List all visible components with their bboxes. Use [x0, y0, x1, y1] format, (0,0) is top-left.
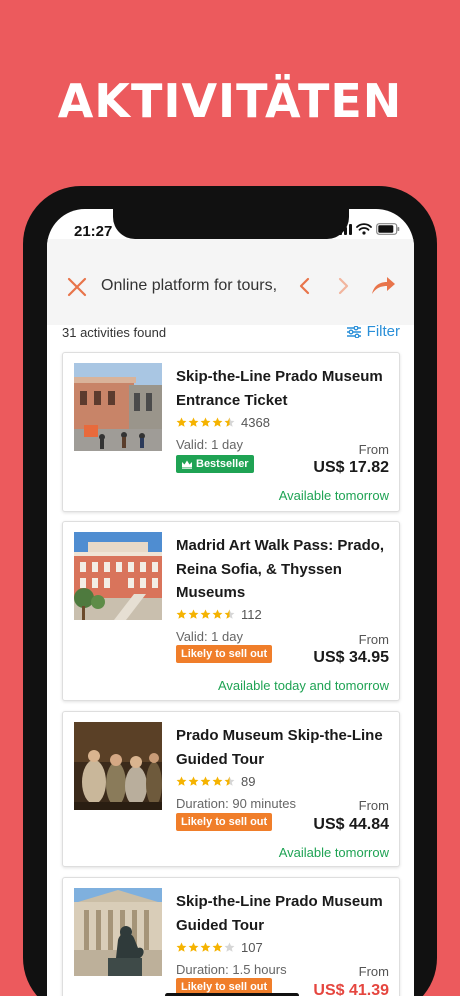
sellout-badge: Likely to sell out [176, 645, 273, 663]
rating: 89 [176, 774, 255, 789]
star-icon [200, 942, 211, 952]
rating-count: 89 [241, 774, 256, 789]
results-count: 31 activities found [62, 325, 167, 340]
filter-sliders-icon [346, 325, 361, 338]
rating: 112 [176, 607, 262, 622]
close-button[interactable] [65, 275, 89, 299]
phone-screen: Online platform for tours, 31 activities… [47, 209, 414, 996]
activity-duration: Duration: 1.5 hours [176, 962, 287, 977]
close-icon [67, 277, 87, 297]
star-icon [212, 942, 223, 952]
star-rating [176, 776, 235, 787]
star-icon [200, 417, 211, 427]
star-rating [176, 942, 235, 953]
activity-price: US$ 34.95 [313, 649, 389, 666]
star-icon [188, 942, 199, 952]
bestseller-badge: Bestseller [176, 455, 254, 473]
star-icon [224, 609, 235, 619]
rating-count: 107 [241, 940, 263, 955]
star-icon [188, 776, 199, 786]
star-icon [212, 609, 223, 619]
share-button[interactable] [369, 274, 397, 298]
star-icon [212, 417, 223, 427]
rating-count: 112 [241, 607, 262, 622]
search-header: Online platform for tours, [47, 239, 414, 325]
filter-button[interactable]: Filter [346, 323, 400, 340]
star-icon [212, 776, 223, 786]
star-icon [224, 776, 235, 786]
activity-card[interactable]: Madrid Art Walk Pass: Prado, Reina Sofia… [62, 521, 400, 701]
activity-validity: Valid: 1 day [176, 629, 243, 644]
star-icon [188, 417, 199, 427]
star-icon [176, 417, 187, 427]
rating: 107 [176, 940, 263, 955]
star-icon [200, 609, 211, 619]
star-rating [176, 609, 235, 620]
price-from-label: From [358, 632, 389, 647]
rating: 4368 [176, 415, 270, 430]
activity-card[interactable]: Prado Museum Skip-the-Line Guided Tour 8… [62, 711, 400, 867]
activity-title[interactable]: Madrid Art Walk Pass: Prado, Reina Sofia… [176, 534, 394, 605]
share-arrow-icon [372, 277, 395, 294]
activity-thumbnail [74, 722, 162, 810]
price-from-label: From [358, 798, 389, 813]
star-icon [176, 776, 187, 786]
star-icon [200, 776, 211, 786]
activity-price: US$ 17.82 [313, 459, 389, 476]
activity-validity: Valid: 1 day [176, 437, 243, 452]
availability-text: Available tomorrow [278, 845, 389, 860]
activity-duration: Duration: 90 minutes [176, 796, 296, 811]
cellular-signal-icon [334, 223, 352, 235]
price-from-label: From [358, 964, 389, 979]
activity-thumbnail [74, 532, 162, 620]
activity-card[interactable]: Skip-the-Line Prado Museum Guided Tour 1… [62, 877, 400, 996]
activity-title[interactable]: Skip-the-Line Prado Museum Entrance Tick… [176, 365, 394, 412]
activity-title[interactable]: Skip-the-Line Prado Museum Guided Tour [176, 890, 394, 937]
status-icons [334, 223, 400, 235]
chevron-right-icon [338, 277, 349, 295]
availability-text: Available tomorrow [278, 488, 389, 503]
next-button[interactable] [333, 275, 353, 297]
wifi-icon [356, 223, 372, 235]
battery-icon [376, 223, 400, 235]
star-icon [224, 942, 235, 952]
activity-thumbnail [74, 888, 162, 976]
activity-title[interactable]: Prado Museum Skip-the-Line Guided Tour [176, 724, 394, 771]
filter-label: Filter [366, 323, 400, 340]
star-rating [176, 417, 235, 428]
status-time: 21:27 [74, 223, 113, 240]
activity-thumbnail [74, 363, 162, 451]
status-bar: 21:27 [47, 209, 414, 241]
star-icon [224, 417, 235, 427]
previous-button[interactable] [295, 275, 315, 297]
rating-count: 4368 [241, 415, 270, 430]
star-icon [176, 609, 187, 619]
sellout-badge: Likely to sell out [176, 813, 273, 831]
crown-icon [182, 460, 192, 469]
star-icon [176, 942, 187, 952]
star-icon [188, 609, 199, 619]
activity-card[interactable]: Skip-the-Line Prado Museum Entrance Tick… [62, 352, 400, 512]
page-headline: AKTIVITÄTEN [57, 74, 403, 128]
price-from-label: From [358, 442, 389, 457]
availability-text: Available today and tomorrow [217, 678, 389, 693]
search-query[interactable]: Online platform for tours, [101, 275, 279, 297]
activity-price: US$ 44.84 [313, 816, 389, 833]
chevron-left-icon [299, 277, 310, 295]
activity-price: US$ 41.39 [313, 982, 389, 996]
